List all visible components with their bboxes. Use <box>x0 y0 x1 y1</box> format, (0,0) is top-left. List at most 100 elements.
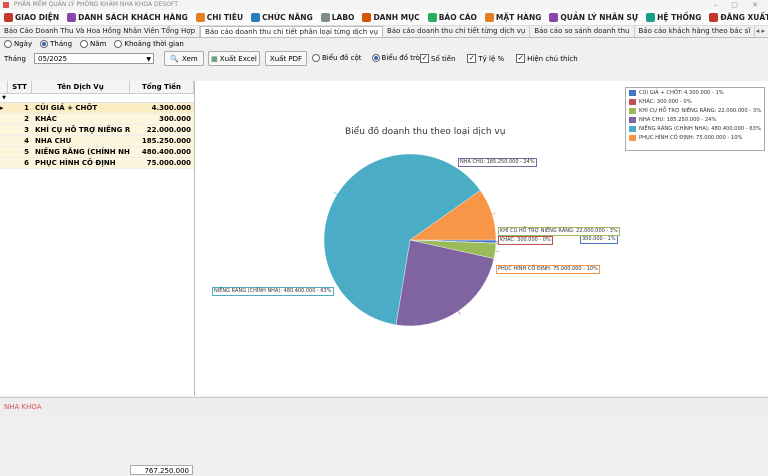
slice-label: PHỤC HÌNH CỐ ĐỊNH: 75.000.000 - 10% <box>496 265 600 274</box>
list-icon <box>362 13 371 22</box>
cell-stt: 4 <box>8 136 32 146</box>
grid-body: ▸1CÚI GIẢ + CHỐT4.300.0002KHÁC300.0003KH… <box>0 103 194 169</box>
chart-panel: Biểu đồ doanh thu theo loại dịch vụ 300.… <box>195 81 768 396</box>
legend-item: PHỤC HÌNH CỐ ĐỊNH: 75.000.000 - 10% <box>629 133 764 142</box>
show-amount-label: Số tiền <box>431 55 455 63</box>
grid-header-total[interactable]: Tổng Tiền <box>130 81 194 93</box>
service-revenue-grid: STT Tên Dịch Vụ Tổng Tiền ▼ ▸1CÚI GIẢ + … <box>0 81 195 396</box>
tab-report-1[interactable]: Báo cáo doanh thu chi tiết phân loại từn… <box>200 26 383 37</box>
period-radio-label: Ngày <box>14 40 32 48</box>
menu-item-10[interactable]: ĐĂNG XUẤT <box>705 13 768 22</box>
menu-item-2[interactable]: CHI TIÊU <box>192 13 247 22</box>
menu-item-5[interactable]: DANH MỤC <box>358 13 423 22</box>
menu-item-4[interactable]: LABO <box>317 13 359 22</box>
radio-icon <box>40 40 48 48</box>
legend-swatch <box>629 99 636 105</box>
table-row[interactable]: 3KHÍ CỤ HỖ TRỢ NIỀNG R...22.000.000 <box>0 125 194 136</box>
table-row[interactable]: 5NIỀNG RĂNG (CHỈNH NHA)480.400.000 <box>0 147 194 158</box>
menu-item-1[interactable]: DANH SÁCH KHÁCH HÀNG <box>63 13 192 22</box>
menu-item-0[interactable]: GIAO DIỆN <box>0 13 63 22</box>
cell-name: KHÍ CỤ HỖ TRỢ NIỀNG R... <box>32 125 130 135</box>
cell-total: 75.000.000 <box>130 158 194 168</box>
cell-total: 22.000.000 <box>130 125 194 135</box>
tab-report-3[interactable]: Báo cáo so sánh doanh thu <box>530 26 634 37</box>
menu-item-label: ĐĂNG XUẤT <box>720 13 768 22</box>
cell-name: NIỀNG RĂNG (CHỈNH NHA) <box>32 147 130 157</box>
checkbox-checked-icon: ✓ <box>467 54 476 63</box>
menu-item-label: DANH SÁCH KHÁCH HÀNG <box>78 13 188 22</box>
cell-name: NHA CHU <box>32 136 130 146</box>
tab-report-4[interactable]: Báo cáo khách hàng theo bác sĩ <box>635 26 756 37</box>
chart-type-radio-0[interactable]: Biểu đồ cột <box>312 54 362 62</box>
status-bar: NHA KHOA <box>0 397 768 418</box>
export-pdf-button[interactable]: Xuất PDF <box>265 51 307 66</box>
show-note-checkbox[interactable]: ✓Hiện chú thích <box>516 54 578 63</box>
show-percent-checkbox[interactable]: ✓Tỷ lệ % <box>467 54 504 63</box>
period-radio-1[interactable]: Tháng <box>40 40 72 48</box>
radio-icon <box>4 40 12 48</box>
report-tabs: Báo Cáo Doanh Thu Và Hoa Hồng Nhân Viên … <box>0 26 768 38</box>
row-indicator <box>0 114 8 124</box>
cell-name: CÚI GIẢ + CHỐT <box>32 103 130 113</box>
table-row[interactable]: 2KHÁC300.000 <box>0 114 194 125</box>
radio-icon <box>372 54 380 62</box>
grid-header-name[interactable]: Tên Dịch Vụ <box>32 81 130 93</box>
legend-item: KHÍ CỤ HỖ TRỢ NIỀNG RĂNG: 22.000.000 - 3… <box>629 106 764 115</box>
view-button[interactable]: 🔍 Xem <box>164 51 204 66</box>
menu-item-9[interactable]: HỆ THỐNG <box>642 13 705 22</box>
table-row[interactable]: 6PHỤC HÌNH CỐ ĐỊNH75.000.000 <box>0 158 194 169</box>
slice-label-leader <box>458 311 460 314</box>
legend-item: KHÁC: 300.000 - 0% <box>629 97 764 106</box>
show-percent-label: Tỷ lệ % <box>478 55 504 63</box>
menu-item-label: MẶT HÀNG <box>496 13 542 22</box>
legend-swatch <box>629 108 636 114</box>
month-select[interactable]: 05/2025 ▼ <box>34 53 154 64</box>
export-pdf-label: Xuất PDF <box>270 55 302 63</box>
grand-total: 767.250.000 <box>130 465 193 475</box>
cell-stt: 6 <box>8 158 32 168</box>
row-indicator <box>0 147 8 157</box>
cell-stt: 3 <box>8 125 32 135</box>
period-radio-0[interactable]: Ngày <box>4 40 32 48</box>
slice-label-leader <box>495 251 499 252</box>
export-excel-button[interactable]: ▦ Xuất Excel <box>208 51 260 66</box>
legend-label: KHÁC: 300.000 - 0% <box>639 99 692 105</box>
slice-label: KHÁC: 300.000 - 0% <box>498 236 553 245</box>
tab-scroll-arrows[interactable]: ◂ ▸ <box>756 27 765 35</box>
menu-item-label: DANH MỤC <box>373 13 419 22</box>
row-indicator <box>0 158 8 168</box>
table-row[interactable]: ▸1CÚI GIẢ + CHỐT4.300.000 <box>0 103 194 114</box>
window-controls[interactable]: – ▢ ✕ <box>714 0 764 10</box>
slice-label: 300.000 - 1% <box>580 235 618 244</box>
period-radio-3[interactable]: Khoảng thời gian <box>114 40 183 48</box>
window-title: PHẦN MỀM QUẢN LÝ PHÒNG KHÁM NHA KHOA DES… <box>14 1 178 8</box>
status-text: NHA KHOA <box>4 403 42 411</box>
view-button-label: Xem <box>182 55 198 63</box>
radio-icon <box>312 54 320 62</box>
current-row-icon: ▸ <box>0 103 8 113</box>
table-row[interactable]: 4NHA CHU185.250.000 <box>0 136 194 147</box>
chart-type-radio-group: Biểu đồ cột Biểu đồ tròn <box>312 54 424 62</box>
grid-header: STT Tên Dịch Vụ Tổng Tiền <box>0 81 194 94</box>
menu-item-6[interactable]: BÁO CÁO <box>424 13 481 22</box>
menu-item-8[interactable]: QUẢN LÝ NHÂN SỰ <box>545 13 642 22</box>
app-icon <box>3 2 9 8</box>
menu-item-3[interactable]: CHỨC NĂNG <box>247 13 317 22</box>
grid-header-stt[interactable]: STT <box>8 81 32 93</box>
menu-item-label: CHỨC NĂNG <box>262 13 313 22</box>
slice-label: NIỀNG RĂNG (CHỈNH NHA): 480.400.000 - 63… <box>212 287 334 296</box>
period-radio-2[interactable]: Năm <box>80 40 106 48</box>
tab-report-2[interactable]: Báo cáo doanh thu chi tiết từng dịch vụ <box>383 26 530 37</box>
grid-filter-row[interactable]: ▼ <box>0 94 194 103</box>
filter-bar: NgàyThángNămKhoảng thời gian Tháng 05/20… <box>0 38 768 81</box>
tab-report-0[interactable]: Báo Cáo Doanh Thu Và Hoa Hồng Nhân Viên … <box>0 26 200 37</box>
legend-swatch <box>629 135 636 141</box>
show-amount-checkbox[interactable]: ✓Số tiền <box>420 54 455 63</box>
legend-swatch <box>629 117 636 123</box>
chart-type-label: Biểu đồ tròn <box>382 54 425 62</box>
period-radio-label: Năm <box>90 40 106 48</box>
chart-legend: CÚI GIẢ + CHỐT: 4.300.000 - 1%KHÁC: 300.… <box>625 87 765 151</box>
chart-type-radio-1[interactable]: Biểu đồ tròn <box>372 54 425 62</box>
menu-item-7[interactable]: MẶT HÀNG <box>481 13 546 22</box>
search-icon: 🔍 <box>170 55 179 63</box>
